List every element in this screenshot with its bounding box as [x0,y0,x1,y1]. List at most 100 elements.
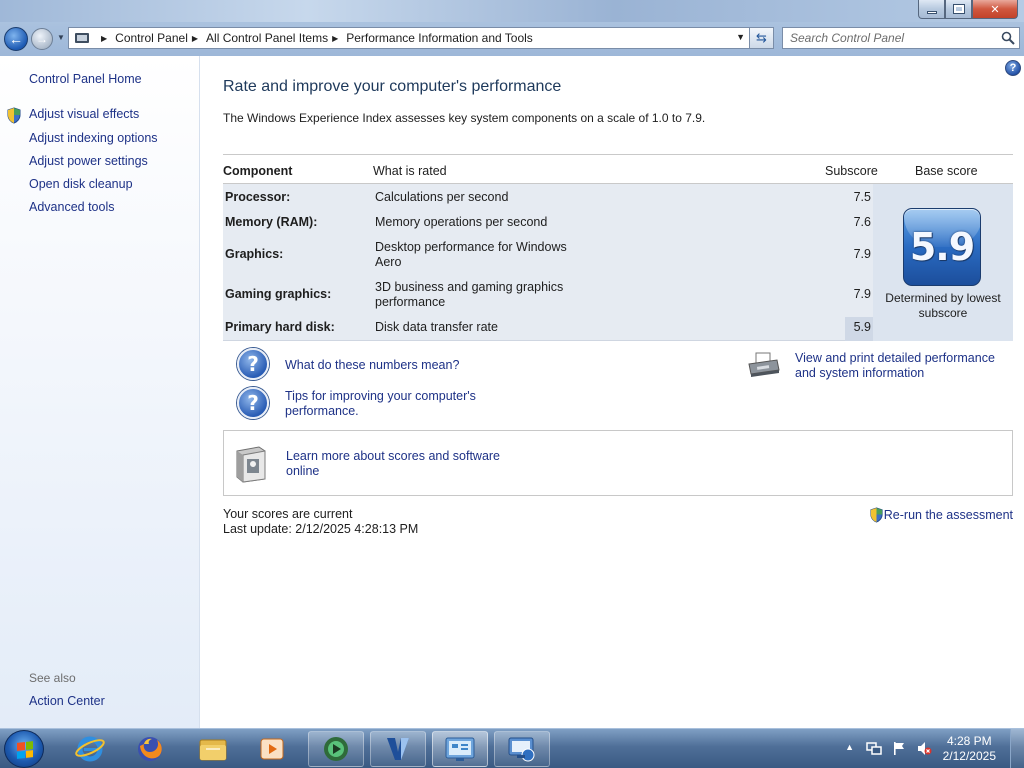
clock-date: 2/12/2025 [942,749,996,763]
learn-more-online-link[interactable]: Learn more about scores and software onl… [286,449,506,479]
subscore-value: 7.9 [853,287,871,301]
base-score-note: Determined by lowest subscore [885,291,1001,320]
base-score-badge: 5.9 [903,208,981,286]
system-clock[interactable]: 4:28 PM 2/12/2025 [943,734,996,764]
refresh-icon: ⇆ [756,30,767,45]
subscore-value: 5.9 [853,320,871,334]
refresh-button[interactable]: ⇆ [750,27,774,49]
taskbar-app-network-monitor[interactable] [494,731,550,767]
score-table: Component What is rated Subscore Base sc… [223,154,1013,341]
uac-shield-icon [7,107,21,124]
volume-muted-icon[interactable] [916,741,932,756]
minimize-icon [926,10,937,14]
recent-pages-dropdown[interactable]: ▼ [57,33,65,42]
rated-description: Desktop performance for Windows Aero [375,240,567,269]
taskbar-control-panel[interactable] [432,731,488,767]
network-monitor-icon [508,737,535,762]
adjust-visual-effects-link[interactable]: Adjust visual effects [29,107,139,121]
window-chrome: ✕ ← → ▼ ▶ Control Panel ▶ All Control Pa… [0,0,1024,56]
taskbar-media-player[interactable] [244,731,300,767]
show-desktop-button[interactable] [1010,729,1024,768]
taskbar-firefox[interactable] [122,731,178,767]
rated-description: Disk data transfer rate [375,320,498,334]
subscore-value: 7.9 [853,247,871,261]
adjust-indexing-options-link[interactable]: Adjust indexing options [29,131,158,145]
rated-description: Calculations per second [375,190,509,204]
learn-more-box: Learn more about scores and software onl… [223,430,1013,496]
rated-description: 3D business and gaming graphics performa… [375,280,564,309]
breadcrumb-control-panel[interactable]: Control Panel [115,31,188,45]
rerun-assessment[interactable]: Re-run the assessment [869,507,1013,523]
taskbar-file-explorer[interactable] [185,731,241,767]
action-center-link[interactable]: Action Center [29,694,105,708]
breadcrumb-performance[interactable]: Performance Information and Tools [346,31,533,45]
network-icon[interactable] [866,742,882,756]
main-content: ? Rate and improve your computer's perfo… [201,56,1024,728]
header-component: Component [223,164,293,178]
what-numbers-mean-link[interactable]: What do these numbers mean? [285,358,459,373]
close-icon: ✕ [990,3,1000,16]
header-base-score: Base score [915,164,978,178]
page-description: The Windows Experience Index assesses ke… [223,111,706,125]
action-center-flag-icon[interactable] [892,741,906,756]
subscore-value: 7.5 [853,190,871,204]
score-table-body: Processor: Calculations per second 7.5 M… [223,184,1013,341]
assessment-status: Your scores are current Last update: 2/1… [223,507,418,537]
clock-time: 4:28 PM [946,734,992,748]
subscore-value: 7.6 [853,215,871,229]
search-box[interactable] [782,27,1020,49]
advanced-tools-link[interactable]: Advanced tools [29,200,114,214]
open-disk-cleanup-link[interactable]: Open disk cleanup [29,177,133,191]
component-name: Memory (RAM): [225,215,318,229]
close-button[interactable]: ✕ [972,0,1018,19]
last-update-text: Last update: 2/12/2025 4:28:13 PM [223,522,419,536]
table-header: Component What is rated Subscore Base sc… [223,154,1013,184]
media-player-icon [260,738,284,760]
maximize-icon [952,4,965,14]
taskbar-app-blue-v[interactable] [370,731,426,767]
breadcrumb-all-items[interactable]: All Control Panel Items [206,31,328,45]
help-icon[interactable]: ? [1005,60,1021,76]
taskbar-app-green-circle[interactable] [308,731,364,767]
back-button[interactable]: ← [4,27,28,51]
internet-explorer-icon [75,736,105,762]
adjust-power-settings-link[interactable]: Adjust power settings [29,154,148,168]
base-score-value: 5.9 [909,225,975,269]
uac-shield-icon [870,507,883,523]
view-print-details-link[interactable]: View and print detailed performance and … [795,351,1017,381]
see-also-heading: See also [29,671,76,685]
page-title: Rate and improve your computer's perform… [223,78,562,95]
chevron-right-icon[interactable]: ▶ [332,34,338,43]
component-name: Graphics: [225,247,284,261]
forward-button[interactable]: → [31,28,53,50]
base-score-panel: 5.9 Determined by lowest subscore [873,184,1013,341]
chevron-right-icon[interactable]: ▶ [101,34,107,43]
arrow-left-icon: ← [9,31,23,47]
title-bar[interactable] [0,0,1024,22]
address-dropdown-icon[interactable]: ▼ [736,32,745,42]
start-button[interactable] [4,730,44,768]
show-hidden-icons-button[interactable]: ▲ [845,742,854,752]
address-bar[interactable]: ▶ Control Panel ▶ All Control Panel Item… [68,27,750,49]
control-panel-icon [445,737,475,761]
scores-current-text: Your scores are current [223,507,353,521]
control-panel-icon [75,33,89,43]
component-name: Processor: [225,190,291,204]
taskbar-internet-explorer[interactable] [62,731,118,767]
control-panel-home-link[interactable]: Control Panel Home [29,72,142,86]
minimize-button[interactable] [918,0,945,19]
rerun-assessment-link[interactable]: Re-run the assessment [884,508,1013,523]
task-pane: Control Panel Home Adjust visual effects… [0,56,200,728]
help-question-icon: ? [237,387,269,419]
tips-improving-link[interactable]: Tips for improving your computer's perfo… [285,389,495,419]
component-name: Gaming graphics: [225,287,332,301]
help-question-icon: ? [237,348,269,380]
arrow-right-icon: → [36,32,48,46]
taskbar: ▲ 4:28 PM 2/12/2025 [0,728,1024,768]
search-input[interactable] [790,31,990,45]
search-icon[interactable] [1001,31,1015,45]
chevron-right-icon[interactable]: ▶ [192,34,198,43]
component-name: Primary hard disk: [225,320,335,334]
green-circle-app-icon [324,737,348,761]
maximize-button[interactable] [945,0,972,19]
